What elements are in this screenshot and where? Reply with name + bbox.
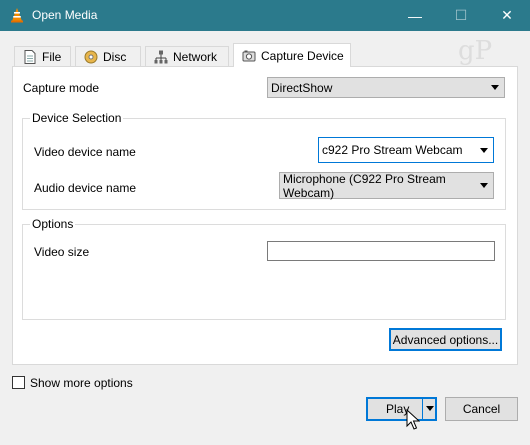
capture-mode-value: DirectShow [271,80,333,95]
tab-file[interactable]: File [14,46,71,66]
vlc-cone-icon [11,8,23,23]
play-dropdown-arrow-icon[interactable] [426,406,434,411]
tab-capture-device[interactable]: Capture Device [233,43,351,67]
watermark-logo: gP [458,36,493,66]
capture-device-icon [242,49,256,63]
video-size-label: Video size [34,245,90,259]
minimize-button[interactable]: — [392,0,438,31]
video-device-value: c922 Pro Stream Webcam [322,143,463,157]
video-size-input[interactable] [267,241,495,261]
audio-device-label: Audio device name [34,181,137,195]
audio-device-value: Microphone (C922 Pro Stream Webcam) [283,171,446,200]
show-more-options-label[interactable]: Show more options [30,376,133,390]
advanced-options-button[interactable]: Advanced options... [389,328,502,351]
window-title: Open Media [32,8,98,22]
device-selection-title: Device Selection [30,111,124,125]
chevron-down-icon [491,85,499,90]
chevron-down-icon [480,183,488,188]
tab-disc-label: Disc [103,49,127,64]
disc-icon [84,50,98,64]
network-icon [154,50,168,64]
options-group: Options Video size [22,217,506,320]
title-bar[interactable]: Open Media — ☐ ✕ [0,0,530,31]
tab-network[interactable]: Network [145,46,229,66]
device-selection-group: Device Selection Video device name c922 … [22,111,506,210]
video-device-dropdown[interactable]: c922 Pro Stream Webcam [318,137,494,163]
tab-capture-device-label: Capture Device [261,48,344,63]
options-title: Options [30,217,76,231]
tab-disc[interactable]: Disc [75,46,141,66]
capture-mode-label: Capture mode [23,81,100,95]
audio-device-dropdown[interactable]: Microphone (C922 Pro Stream Webcam) [279,171,494,200]
cancel-button[interactable]: Cancel [445,397,518,421]
play-split-divider [422,399,423,419]
tab-network-label: Network [173,49,218,64]
open-media-dialog: Open Media — ☐ ✕ gP File Disc Network Ca… [0,0,530,445]
close-button[interactable]: ✕ [484,0,530,31]
capture-mode-dropdown[interactable]: DirectShow [267,77,505,98]
capture-device-panel: Capture mode DirectShow Device Selection… [12,66,518,365]
video-device-label: Video device name [34,145,136,159]
mouse-cursor-icon [406,409,420,430]
show-more-options-checkbox[interactable] [12,376,25,389]
file-icon [23,49,37,64]
tab-file-label: File [42,49,62,64]
maximize-button[interactable]: ☐ [438,0,484,31]
chevron-down-icon [480,148,488,153]
